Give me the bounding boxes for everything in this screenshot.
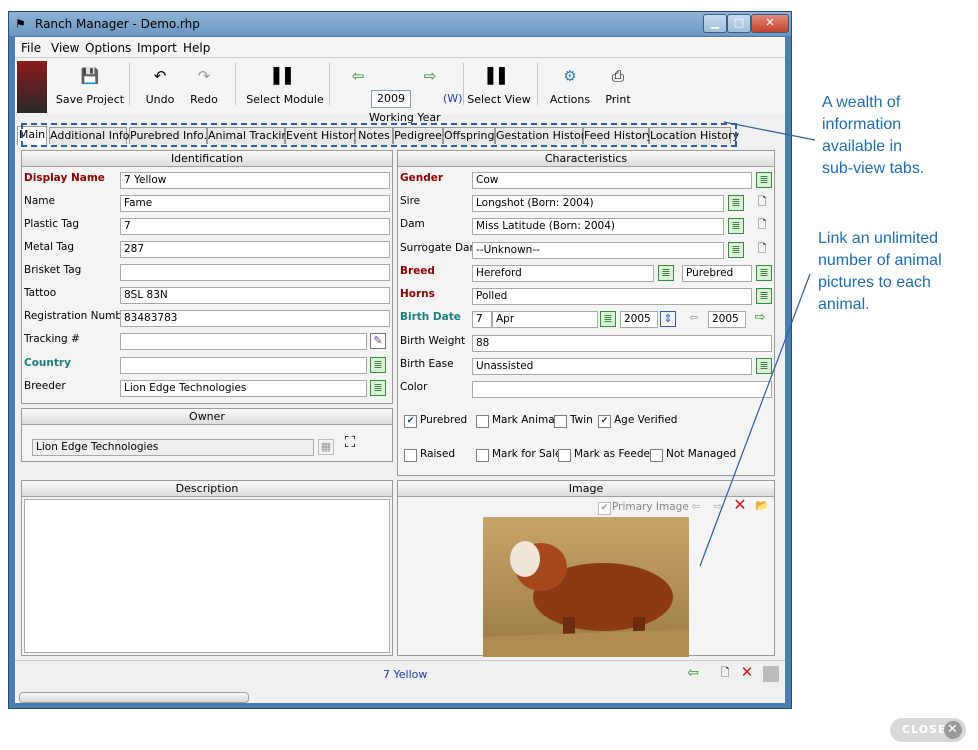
tabs-note-line: sub-view tabs. — [822, 160, 925, 177]
image-note-line: pictures to each — [818, 274, 931, 291]
image-note-line: number of animal — [818, 252, 942, 269]
tabs-callout-line — [723, 121, 816, 141]
image-note-line: Link an unlimited — [818, 230, 939, 247]
tabs-note-line: A wealth of — [822, 94, 901, 111]
image-note: Link an unlimited number of animal pictu… — [818, 228, 942, 316]
close-label: CLOSE — [902, 723, 947, 736]
close-overlay-button[interactable]: CLOSE ✕ — [890, 718, 966, 742]
tabs-note-line: information — [822, 116, 902, 133]
image-note-line: animal. — [818, 296, 870, 313]
tabs-note-line: available in — [822, 138, 903, 155]
close-icon: ✕ — [944, 721, 962, 739]
tabs-note: A wealth of information available in sub… — [822, 92, 924, 180]
image-callout-line — [699, 273, 811, 567]
